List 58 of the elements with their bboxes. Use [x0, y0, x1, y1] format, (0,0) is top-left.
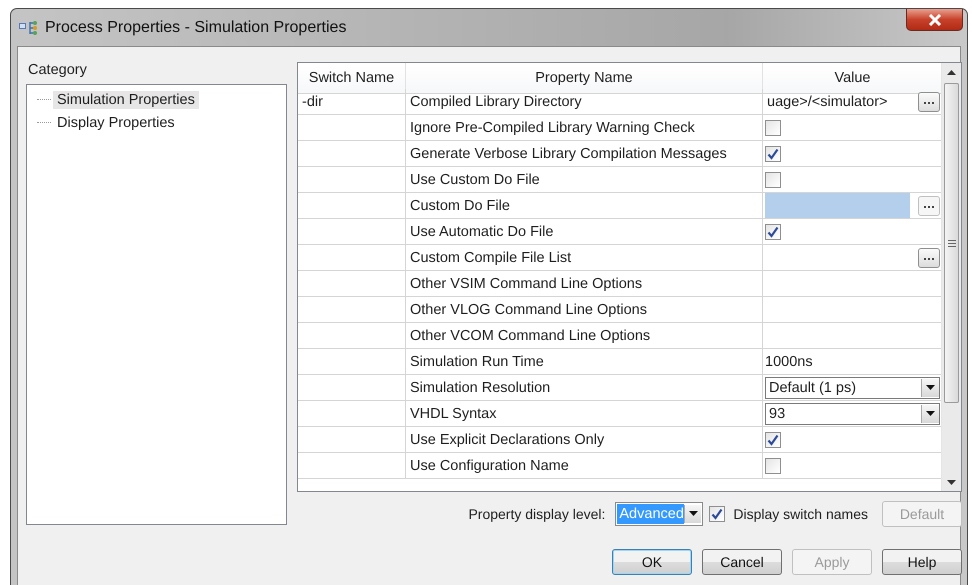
value-text: uage>/<simulator>	[766, 94, 889, 110]
close-icon	[926, 14, 942, 26]
checkmark-icon	[767, 148, 779, 160]
table-cell: Ignore Pre-Compiled Library Warning Check	[406, 115, 763, 141]
dialog-button[interactable]: OK	[612, 548, 692, 574]
table-cell: Other VLOG Command Line Options	[406, 297, 763, 323]
table-cell: Use Custom Do File	[406, 167, 763, 193]
checkbox[interactable]	[709, 506, 726, 522]
caret-icon	[926, 384, 935, 390]
checkmark-icon	[767, 226, 779, 238]
value-dropdown[interactable]: Default (1 ps)	[765, 376, 940, 398]
table-cell: Use Explicit Declarations Only	[406, 427, 763, 453]
value-field[interactable]	[765, 193, 910, 218]
tree-item[interactable]: Display Properties	[53, 114, 179, 132]
ellipsis-icon	[924, 102, 934, 104]
checkbox[interactable]	[765, 172, 781, 188]
checkmark-icon	[711, 508, 724, 520]
value-dropdown[interactable]: 93	[765, 402, 940, 424]
close-button[interactable]	[906, 9, 963, 31]
table-cell: Simulation Resolution	[406, 375, 763, 401]
table-cell: Custom Do File	[406, 193, 763, 219]
table-cell: Use Automatic Do File	[406, 219, 763, 245]
grip-icon	[948, 240, 956, 246]
table-cell: Use Configuration Name	[406, 453, 763, 479]
scroll-down-icon[interactable]	[947, 480, 956, 484]
browse-button[interactable]	[918, 248, 940, 268]
table-cell: VHDL Syntax	[406, 401, 763, 427]
table-cell: Compiled Library Directory	[406, 89, 763, 115]
scroll-up-icon[interactable]	[947, 70, 956, 74]
checkbox[interactable]	[765, 146, 781, 162]
table-cell: Generate Verbose Library Compilation Messages	[406, 141, 763, 167]
table-cell: Custom Compile File List	[406, 245, 763, 271]
checkbox[interactable]	[765, 224, 781, 240]
dialog-button[interactable]: Cancel	[702, 548, 782, 574]
column-header[interactable]: Switch Name	[298, 63, 406, 94]
table-cell: Other VSIM Command Line Options	[406, 271, 763, 297]
checkmark-icon	[767, 434, 779, 446]
scroll-thumb[interactable]	[944, 83, 959, 403]
checkbox[interactable]	[765, 120, 781, 136]
checkbox[interactable]	[765, 458, 781, 474]
window-title: Process Properties - Simulation Properties	[45, 18, 346, 36]
hierarchy-icon	[19, 20, 39, 36]
scrollbar[interactable]	[941, 63, 961, 491]
dialog-button[interactable]: Help	[882, 548, 962, 574]
checkbox[interactable]	[765, 432, 781, 448]
caret-icon	[926, 410, 935, 416]
column-header[interactable]: Property Name	[406, 63, 763, 94]
tree-item[interactable]: Simulation Properties	[53, 90, 199, 108]
caret-icon	[688, 511, 698, 517]
display-level-label: Property display level:	[468, 506, 606, 522]
ellipsis-icon	[924, 206, 934, 208]
table-cell: -dir	[298, 89, 406, 115]
category-label: Category	[28, 62, 87, 78]
table-cell: Simulation Run Time	[406, 349, 763, 375]
browse-button[interactable]	[918, 92, 940, 112]
switch-names-label: Display switch names	[733, 506, 868, 522]
ellipsis-icon	[924, 258, 934, 260]
table-cell: Other VCOM Command Line Options	[406, 323, 763, 349]
